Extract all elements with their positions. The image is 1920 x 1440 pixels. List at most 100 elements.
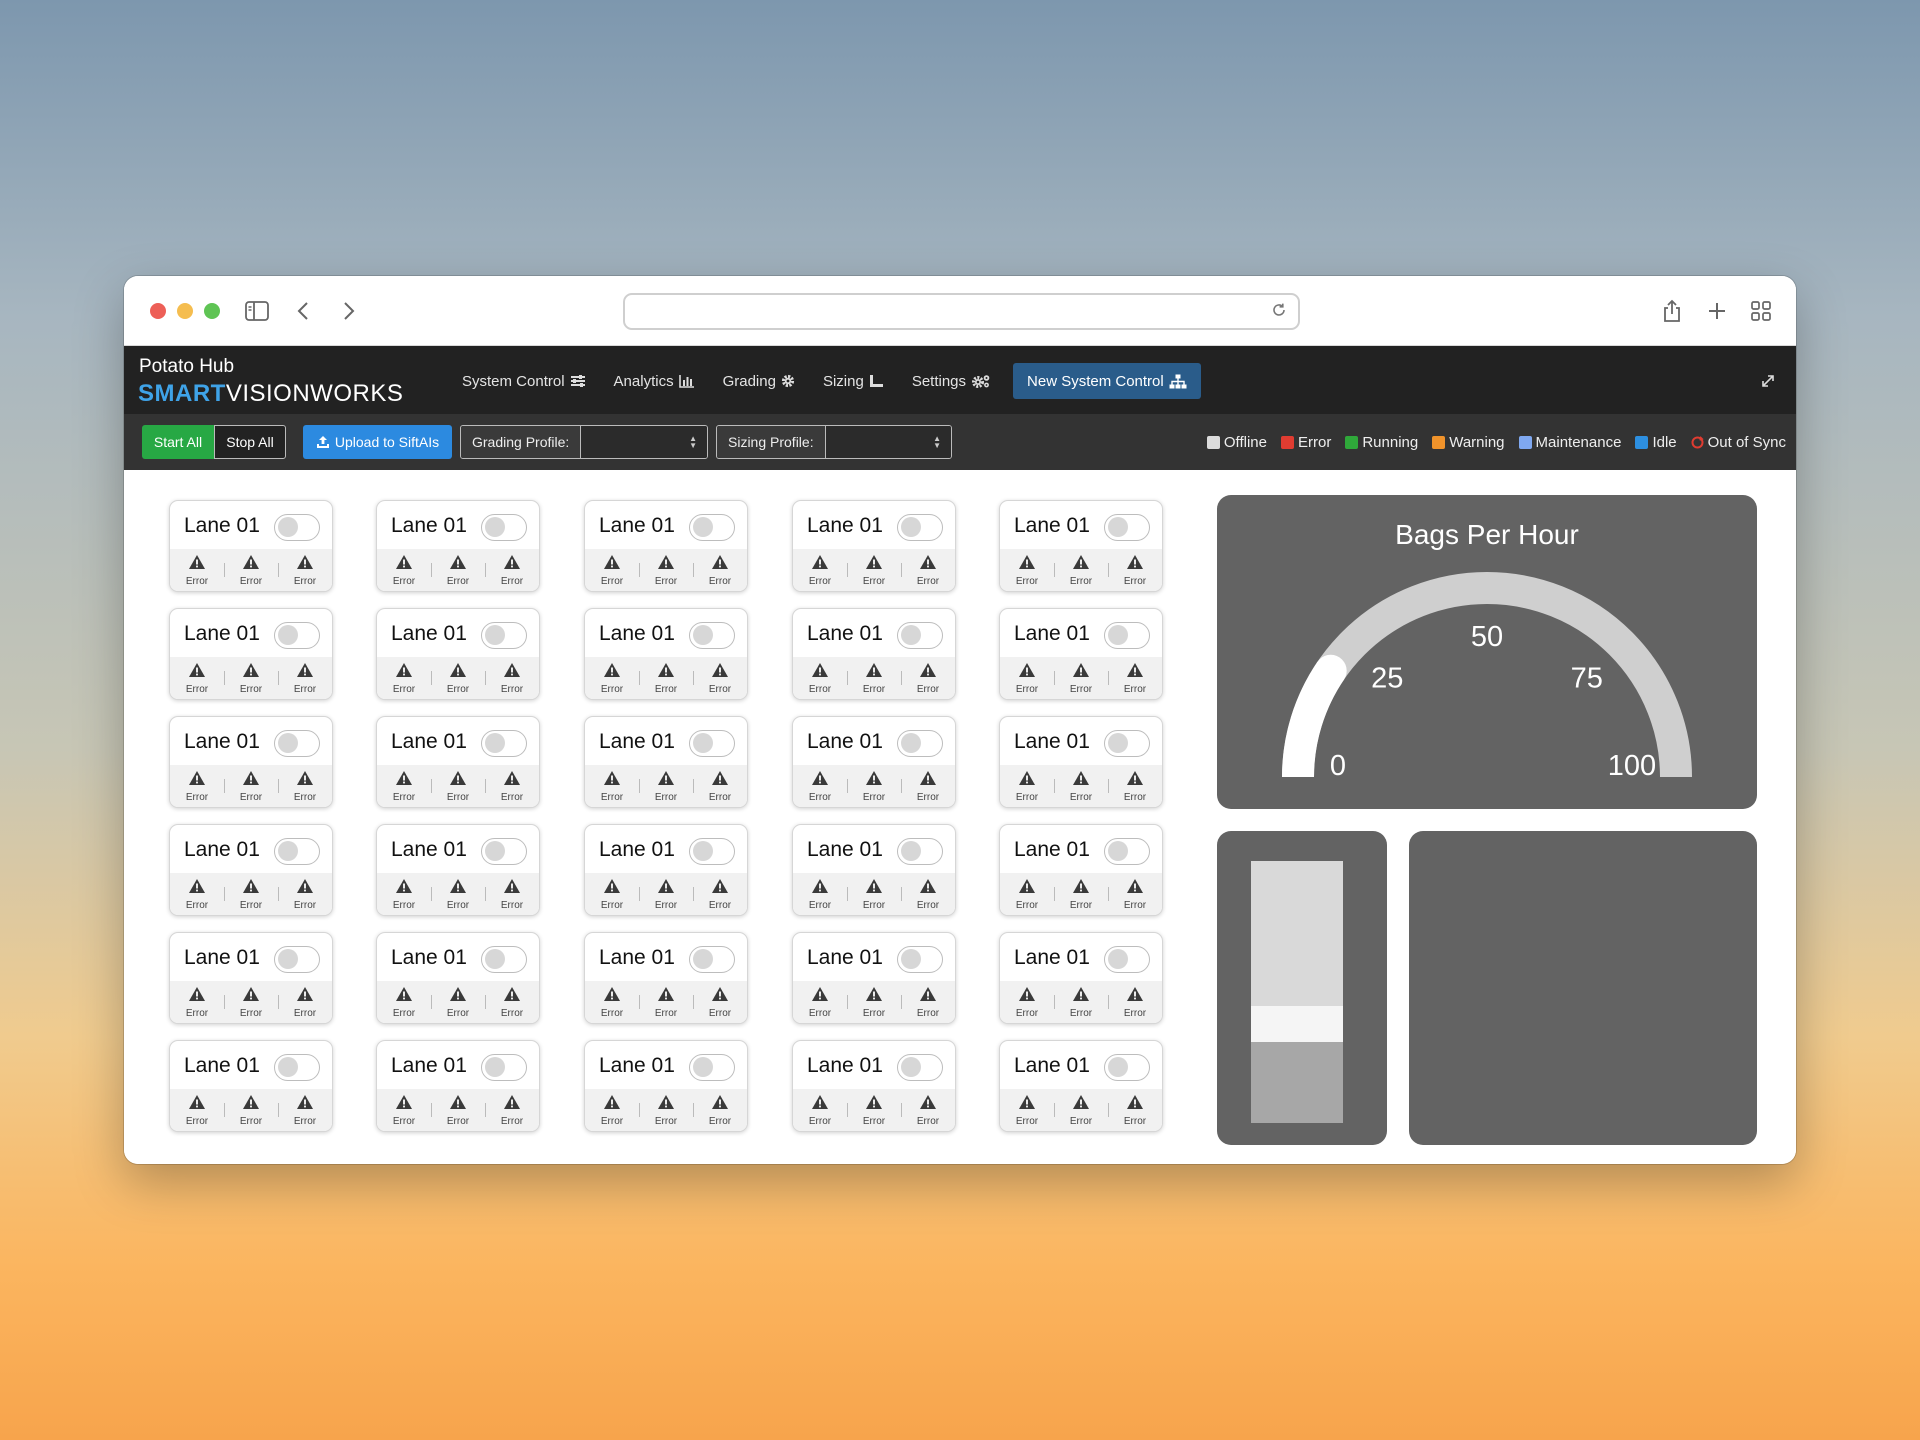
lane-toggle[interactable] [1104, 946, 1150, 973]
new-tab-icon[interactable] [1704, 298, 1730, 324]
close-window-button[interactable] [150, 303, 166, 319]
lane-status-item[interactable]: Error [377, 765, 431, 807]
lane-toggle[interactable] [1104, 1054, 1150, 1081]
lane-card[interactable]: Lane 01 Error Error Error [999, 716, 1163, 808]
zoom-window-button[interactable] [204, 303, 220, 319]
grading-profile-select[interactable]: ▲ ▼ [581, 426, 707, 458]
lane-status-item[interactable]: Error [278, 657, 332, 699]
lane-status-item[interactable]: Error [847, 657, 901, 699]
lane-toggle[interactable] [1104, 730, 1150, 757]
lane-status-item[interactable]: Error [585, 549, 639, 591]
lane-status-item[interactable]: Error [847, 981, 901, 1023]
lane-status-item[interactable]: Error [170, 1089, 224, 1131]
lane-status-item[interactable]: Error [693, 765, 747, 807]
lane-status-item[interactable]: Error [901, 657, 955, 699]
lane-card[interactable]: Lane 01 Error Error Error [584, 824, 748, 916]
lane-status-item[interactable]: Error [224, 981, 278, 1023]
lane-status-item[interactable]: Error [1054, 549, 1108, 591]
lane-status-item[interactable]: Error [639, 981, 693, 1023]
lane-card[interactable]: Lane 01 Error Error Error [169, 1040, 333, 1132]
nav-analytics[interactable]: Analytics [600, 363, 709, 399]
lane-status-item[interactable]: Error [224, 873, 278, 915]
lane-status-item[interactable]: Error [431, 657, 485, 699]
lane-card[interactable]: Lane 01 Error Error Error [999, 824, 1163, 916]
lane-toggle[interactable] [897, 622, 943, 649]
lane-status-item[interactable]: Error [1054, 981, 1108, 1023]
lane-status-item[interactable]: Error [901, 981, 955, 1023]
lane-toggle[interactable] [274, 1054, 320, 1081]
lane-toggle[interactable] [481, 838, 527, 865]
lane-card[interactable]: Lane 01 Error Error Error [792, 932, 956, 1024]
lane-status-item[interactable]: Error [485, 657, 539, 699]
lane-status-item[interactable]: Error [1054, 657, 1108, 699]
lane-toggle[interactable] [1104, 838, 1150, 865]
lane-toggle[interactable] [689, 838, 735, 865]
lane-toggle[interactable] [689, 514, 735, 541]
lane-card[interactable]: Lane 01 Error Error Error [169, 824, 333, 916]
lane-status-item[interactable]: Error [585, 1089, 639, 1131]
lane-status-item[interactable]: Error [793, 873, 847, 915]
lane-toggle[interactable] [689, 946, 735, 973]
lane-card[interactable]: Lane 01 Error Error Error [792, 500, 956, 592]
lane-toggle[interactable] [1104, 514, 1150, 541]
lane-status-item[interactable]: Error [485, 873, 539, 915]
lane-card[interactable]: Lane 01 Error Error Error [376, 716, 540, 808]
lane-status-item[interactable]: Error [1108, 657, 1162, 699]
lane-toggle[interactable] [897, 946, 943, 973]
lane-status-item[interactable]: Error [793, 657, 847, 699]
lane-status-item[interactable]: Error [170, 981, 224, 1023]
lane-status-item[interactable]: Error [170, 549, 224, 591]
sidebar-toggle-icon[interactable] [244, 298, 270, 324]
lane-status-item[interactable]: Error [224, 1089, 278, 1131]
lane-status-item[interactable]: Error [1000, 657, 1054, 699]
lane-card[interactable]: Lane 01 Error Error Error [792, 824, 956, 916]
lane-toggle[interactable] [897, 838, 943, 865]
nav-sizing[interactable]: Sizing [809, 363, 898, 399]
lane-card[interactable]: Lane 01 Error Error Error [792, 1040, 956, 1132]
lane-card[interactable]: Lane 01 Error Error Error [169, 932, 333, 1024]
expand-icon[interactable] [1760, 373, 1776, 394]
stop-all-button[interactable]: Stop All [214, 425, 286, 459]
lane-toggle[interactable] [274, 838, 320, 865]
lane-toggle[interactable] [274, 622, 320, 649]
lane-toggle[interactable] [481, 622, 527, 649]
lane-card[interactable]: Lane 01 Error Error Error [999, 608, 1163, 700]
lane-status-item[interactable]: Error [1054, 765, 1108, 807]
lane-status-item[interactable]: Error [901, 549, 955, 591]
lane-status-item[interactable]: Error [793, 765, 847, 807]
lane-status-item[interactable]: Error [793, 549, 847, 591]
lane-toggle[interactable] [274, 514, 320, 541]
lane-status-item[interactable]: Error [224, 549, 278, 591]
lane-card[interactable]: Lane 01 Error Error Error [376, 932, 540, 1024]
lane-toggle[interactable] [689, 730, 735, 757]
lane-status-item[interactable]: Error [1000, 1089, 1054, 1131]
lane-status-item[interactable]: Error [1000, 549, 1054, 591]
lane-toggle[interactable] [897, 730, 943, 757]
lane-status-item[interactable]: Error [585, 873, 639, 915]
lane-toggle[interactable] [897, 514, 943, 541]
lane-status-item[interactable]: Error [1000, 765, 1054, 807]
nav-grading[interactable]: Grading [709, 363, 809, 399]
share-icon[interactable] [1659, 298, 1685, 324]
lane-status-item[interactable]: Error [278, 981, 332, 1023]
lane-status-item[interactable]: Error [1054, 1089, 1108, 1131]
lane-status-item[interactable]: Error [485, 549, 539, 591]
lane-card[interactable]: Lane 01 Error Error Error [169, 500, 333, 592]
lane-status-item[interactable]: Error [693, 657, 747, 699]
lane-status-item[interactable]: Error [639, 657, 693, 699]
lane-status-item[interactable]: Error [485, 765, 539, 807]
minimize-window-button[interactable] [177, 303, 193, 319]
lane-status-item[interactable]: Error [693, 1089, 747, 1131]
lane-card[interactable]: Lane 01 Error Error Error [792, 608, 956, 700]
lane-card[interactable]: Lane 01 Error Error Error [584, 716, 748, 808]
lane-status-item[interactable]: Error [693, 549, 747, 591]
lane-status-item[interactable]: Error [901, 873, 955, 915]
lane-card[interactable]: Lane 01 Error Error Error [999, 500, 1163, 592]
lane-card[interactable]: Lane 01 Error Error Error [376, 1040, 540, 1132]
lane-status-item[interactable]: Error [431, 873, 485, 915]
lane-status-item[interactable]: Error [1108, 873, 1162, 915]
lane-card[interactable]: Lane 01 Error Error Error [376, 608, 540, 700]
lane-status-item[interactable]: Error [485, 1089, 539, 1131]
lane-toggle[interactable] [1104, 622, 1150, 649]
lane-status-item[interactable]: Error [377, 873, 431, 915]
